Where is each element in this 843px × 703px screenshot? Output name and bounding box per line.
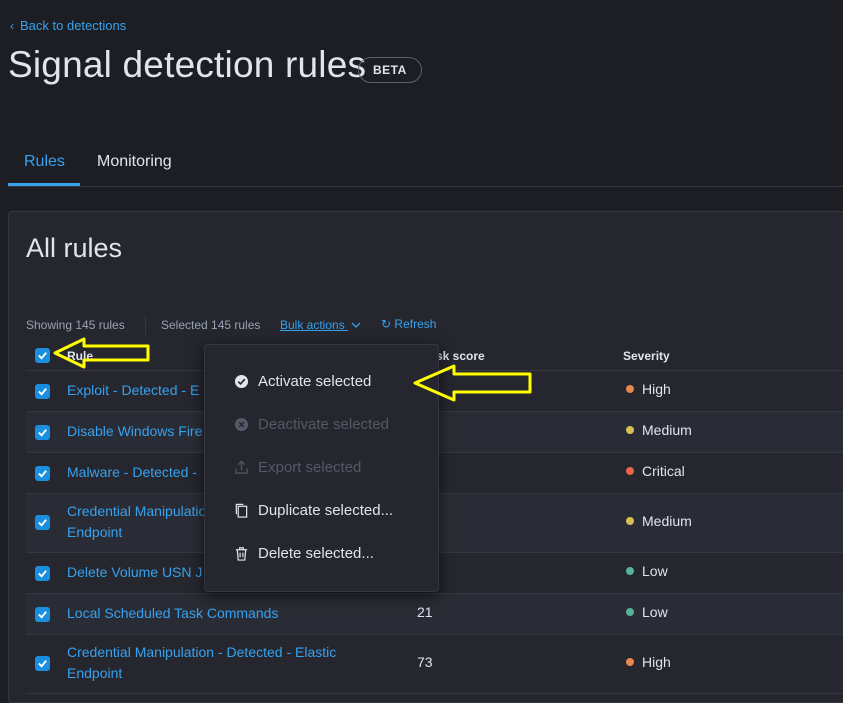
utility-divider bbox=[145, 315, 146, 335]
column-header-severity[interactable]: Severity bbox=[623, 349, 670, 363]
check-circle-icon bbox=[233, 374, 249, 390]
annotation-arrow-left-icon bbox=[53, 337, 150, 369]
severity-label: Critical bbox=[642, 463, 685, 479]
row-checkbox[interactable] bbox=[35, 425, 50, 440]
tab-rules[interactable]: Rules bbox=[24, 153, 65, 171]
tab-monitoring[interactable]: Monitoring bbox=[97, 153, 172, 171]
delete-selected-menu-item[interactable]: Delete selected... bbox=[233, 545, 374, 562]
chevron-left-icon: ‹ bbox=[10, 18, 14, 33]
severity-cell: Medium bbox=[626, 513, 692, 529]
refresh-label: Refresh bbox=[394, 317, 437, 331]
back-to-detections-link[interactable]: ‹ Back to detections bbox=[10, 18, 126, 33]
bulk-actions-menu: Activate selected Deactivate selected Ex… bbox=[204, 344, 439, 592]
check-icon bbox=[38, 429, 47, 437]
tab-bar: Rules Monitoring bbox=[8, 140, 843, 187]
rule-link-line: Credential Manipulation - Detected - Ela… bbox=[67, 644, 337, 660]
severity-label: High bbox=[642, 654, 671, 670]
table-row: Credential Manipulation - Detected - Ela… bbox=[26, 635, 843, 694]
check-icon bbox=[38, 470, 47, 478]
active-tab-indicator bbox=[8, 183, 80, 186]
refresh-button[interactable]: ↻ Refresh bbox=[381, 317, 436, 331]
annotation-arrow-left-icon bbox=[413, 364, 532, 402]
check-icon bbox=[38, 519, 47, 527]
severity-label: Low bbox=[642, 563, 668, 579]
rule-link-line: Endpoint bbox=[67, 524, 123, 540]
severity-cell: High bbox=[626, 654, 671, 670]
check-icon bbox=[38, 388, 47, 396]
severity-dot bbox=[626, 467, 634, 475]
export-icon bbox=[233, 460, 249, 476]
check-icon bbox=[38, 660, 47, 668]
menu-item-label: Duplicate selected... bbox=[258, 502, 394, 519]
row-checkbox[interactable] bbox=[35, 607, 50, 622]
bulk-actions-label: Bulk actions bbox=[280, 318, 345, 332]
menu-item-label: Export selected bbox=[258, 459, 362, 476]
page-title: Signal detection rules bbox=[8, 44, 367, 85]
export-selected-menu-item[interactable]: Export selected bbox=[233, 459, 361, 476]
severity-dot bbox=[626, 567, 634, 575]
check-icon bbox=[38, 352, 47, 360]
bulk-actions-button[interactable]: Bulk actions bbox=[280, 318, 361, 332]
severity-dot bbox=[626, 658, 634, 666]
activate-selected-menu-item[interactable]: Activate selected bbox=[233, 373, 371, 390]
severity-dot bbox=[626, 608, 634, 616]
deactivate-selected-menu-item[interactable]: Deactivate selected bbox=[233, 416, 389, 433]
copy-icon bbox=[233, 503, 249, 519]
row-checkbox[interactable] bbox=[35, 466, 50, 481]
table-row: Local Scheduled Task Commands 21 Low bbox=[26, 594, 843, 635]
severity-cell: Low bbox=[626, 563, 668, 579]
row-checkbox[interactable] bbox=[35, 384, 50, 399]
panel-title: All rules bbox=[26, 233, 123, 263]
risk-score-cell: 21 bbox=[417, 604, 433, 620]
back-link-label: Back to detections bbox=[20, 18, 127, 33]
check-icon bbox=[38, 570, 47, 578]
refresh-icon: ↻ bbox=[381, 317, 392, 331]
rule-link-line: Credential Manipulatio bbox=[67, 503, 207, 519]
severity-cell: Medium bbox=[626, 422, 692, 438]
rule-link-line: Endpoint bbox=[67, 665, 123, 681]
select-all-checkbox[interactable] bbox=[35, 348, 50, 363]
showing-count: Showing 145 rules bbox=[26, 318, 125, 332]
row-checkbox[interactable] bbox=[35, 656, 50, 671]
selected-count: Selected 145 rules bbox=[161, 318, 261, 332]
menu-item-label: Delete selected... bbox=[258, 545, 374, 562]
severity-dot bbox=[626, 385, 634, 393]
menu-item-label: Deactivate selected bbox=[258, 416, 389, 433]
severity-label: Medium bbox=[642, 422, 692, 438]
severity-cell: Critical bbox=[626, 463, 685, 479]
rule-link[interactable]: Credential Manipulation - Detected - Ela… bbox=[67, 642, 407, 684]
row-checkbox[interactable] bbox=[35, 515, 50, 530]
check-icon bbox=[38, 611, 47, 619]
cross-circle-icon bbox=[233, 417, 249, 433]
column-header-risk-score[interactable]: sk score bbox=[436, 349, 485, 363]
chevron-down-icon bbox=[351, 322, 361, 328]
menu-item-label: Activate selected bbox=[258, 373, 372, 390]
duplicate-selected-menu-item[interactable]: Duplicate selected... bbox=[233, 502, 393, 519]
severity-label: Low bbox=[642, 604, 668, 620]
severity-dot bbox=[626, 517, 634, 525]
risk-score-cell: 73 bbox=[417, 654, 433, 670]
severity-cell: High bbox=[626, 381, 671, 397]
severity-label: High bbox=[642, 381, 671, 397]
row-checkbox[interactable] bbox=[35, 566, 50, 581]
rule-link[interactable]: Local Scheduled Task Commands bbox=[67, 603, 407, 624]
trash-icon bbox=[233, 546, 249, 562]
severity-dot bbox=[626, 426, 634, 434]
severity-cell: Low bbox=[626, 604, 668, 620]
beta-badge: BETA bbox=[358, 57, 422, 83]
severity-label: Medium bbox=[642, 513, 692, 529]
